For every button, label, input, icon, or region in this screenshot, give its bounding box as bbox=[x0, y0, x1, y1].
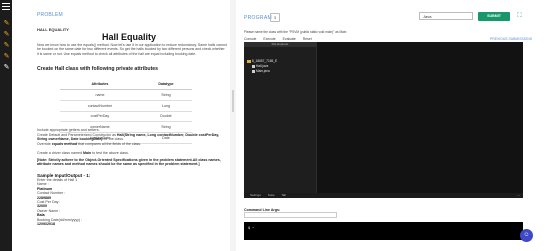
star-icon[interactable]: ✎ bbox=[3, 64, 10, 71]
sample-io-line: 12/06/2018 bbox=[37, 222, 55, 226]
constructor-text: Create Default and Parameterized Constru… bbox=[37, 133, 220, 142]
rail-background: ✎ ✎ ✎ ✎ ✎ bbox=[0, 0, 12, 251]
file-node-hall[interactable]: Hall.java bbox=[252, 64, 268, 68]
problem-title: Hall Equality bbox=[101, 32, 156, 42]
program-title: PROGRAM bbox=[244, 15, 272, 21]
pencil-icon[interactable]: ✎ bbox=[3, 31, 10, 38]
divider-grip[interactable] bbox=[232, 90, 234, 112]
equals-text: Override equals method that compares all… bbox=[37, 142, 142, 146]
execute-button[interactable]: Execute bbox=[263, 37, 275, 41]
panel-divider[interactable] bbox=[230, 0, 236, 251]
bolt-icon[interactable]: ✎ bbox=[3, 42, 10, 49]
submit-button[interactable]: SUBMIT bbox=[478, 12, 510, 21]
terminal-prompt: $ ~ bbox=[248, 226, 255, 230]
attribute-type: Long bbox=[139, 100, 192, 112]
ide-window[interactable]: File Explorer 8_18657_7165_E Hall.java M… bbox=[244, 42, 523, 198]
ide-statusbar: Settings Suite Tab bbox=[244, 193, 523, 198]
reset-button[interactable]: Reset bbox=[303, 37, 312, 41]
pin-icon[interactable]: ✎ bbox=[3, 53, 10, 60]
file-explorer: File Explorer 8_18657_7165_E Hall.java M… bbox=[244, 42, 317, 193]
attribute-name: name bbox=[60, 89, 140, 101]
folder-icon bbox=[247, 59, 251, 63]
evaluate-button[interactable]: Evaluate bbox=[283, 37, 296, 41]
folder-node[interactable]: 8_18657_7165_E bbox=[247, 59, 277, 63]
editor-toolbar: Console Execute Evaluate Reset bbox=[244, 37, 318, 41]
left-nav-rail: ✎ ✎ ✎ ✎ ✎ bbox=[0, 0, 29, 251]
driver-text: Create a driver class named Main to test… bbox=[37, 151, 129, 155]
question-number-badge: 3 bbox=[270, 13, 280, 22]
more-icon[interactable]: ⋯ bbox=[517, 193, 520, 198]
chat-icon[interactable]: ☺ bbox=[520, 229, 533, 242]
suite-button[interactable]: Suite bbox=[268, 193, 275, 197]
table-row: costPerDay Double bbox=[60, 111, 192, 123]
attribute-name: contactNumber bbox=[60, 100, 140, 112]
table-header-datatype: Datatype bbox=[139, 79, 192, 90]
problem-panel: PROBLEM HALL EQUALITY Hall Equality Now … bbox=[28, 0, 233, 251]
attributes-heading: Create Hall class with following private… bbox=[37, 66, 159, 72]
file-node-main[interactable]: Main.java bbox=[252, 69, 270, 73]
terminal[interactable]: $ ~ bbox=[244, 222, 523, 240]
table-row: name String bbox=[60, 89, 192, 101]
getters-setters-text: Include appropriate getters and setters. bbox=[37, 128, 100, 132]
attribute-type: Double bbox=[139, 111, 192, 123]
puzzle-icon[interactable]: ✎ bbox=[3, 20, 10, 27]
file-icon bbox=[252, 69, 255, 73]
previous-submissions-link[interactable]: PREVIOUS SUBMISSIONS bbox=[490, 37, 532, 41]
console-button[interactable]: Console bbox=[244, 37, 256, 41]
class-name-hint: Please name the class with the "PSVM (pu… bbox=[244, 30, 347, 34]
tab-button[interactable]: Tab bbox=[281, 193, 286, 197]
attribute-type: String bbox=[139, 89, 192, 101]
table-header-attributes: Attributes bbox=[60, 79, 140, 90]
code-editor[interactable] bbox=[317, 42, 523, 193]
attribute-name: costPerDay bbox=[60, 111, 140, 123]
command-args-input[interactable] bbox=[244, 212, 337, 218]
problem-header: PROBLEM bbox=[37, 12, 63, 18]
menu-icon[interactable] bbox=[2, 3, 10, 10]
table-row: contactNumber Long bbox=[60, 100, 192, 112]
problem-intro: Now we know how to use the equals() meth… bbox=[37, 43, 227, 56]
settings-button[interactable]: Settings bbox=[250, 193, 261, 197]
file-explorer-header: File Explorer bbox=[244, 42, 316, 47]
note-text: [Note: Strictly adhere to the Object-Ori… bbox=[37, 158, 221, 167]
language-select[interactable]: Java bbox=[419, 12, 473, 20]
file-icon bbox=[252, 64, 255, 68]
program-panel: PROGRAM 3 Java SUBMIT ⛶ Please name the … bbox=[238, 0, 545, 251]
fullscreen-icon[interactable]: ⛶ bbox=[516, 13, 523, 20]
